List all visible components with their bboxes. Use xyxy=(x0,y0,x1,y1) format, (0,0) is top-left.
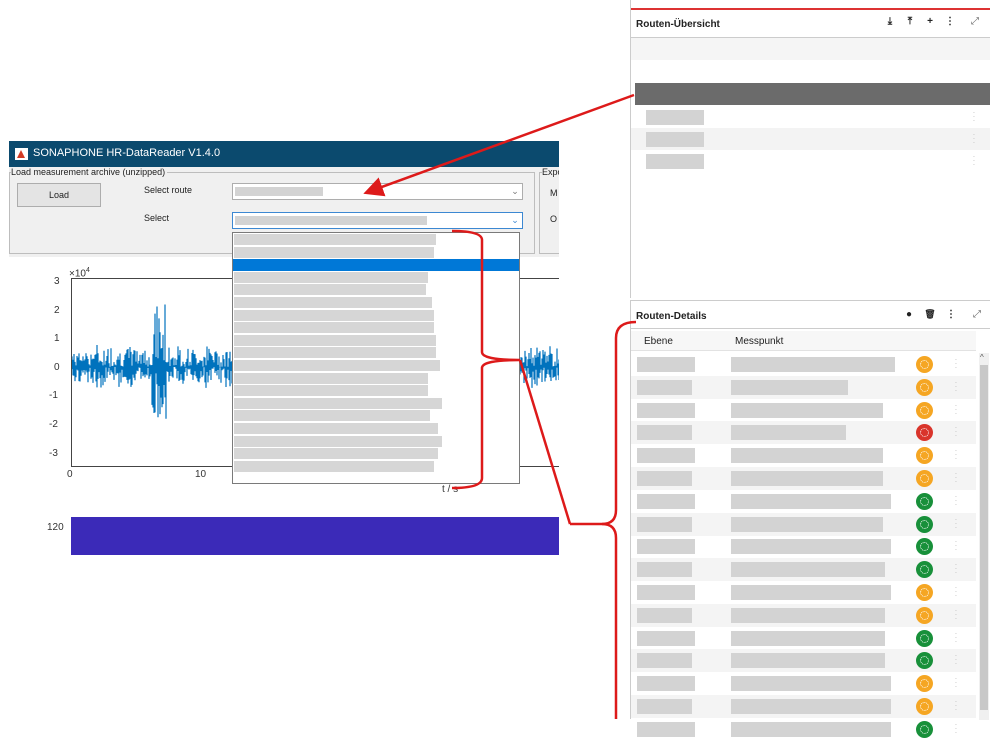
row-menu-icon[interactable]: · · · xyxy=(953,720,959,736)
details-bracket-bottom xyxy=(601,522,618,719)
annotation-overlay xyxy=(363,93,637,719)
details-bracket-top xyxy=(570,320,637,526)
annotation-arrow xyxy=(363,93,635,197)
status-icon xyxy=(916,720,933,738)
ebene-value xyxy=(637,721,695,737)
details-row[interactable]: · · · xyxy=(631,718,976,741)
dropdown-bracket xyxy=(451,229,521,490)
annotation-connector xyxy=(518,359,572,525)
messpunkt-value xyxy=(731,721,891,737)
